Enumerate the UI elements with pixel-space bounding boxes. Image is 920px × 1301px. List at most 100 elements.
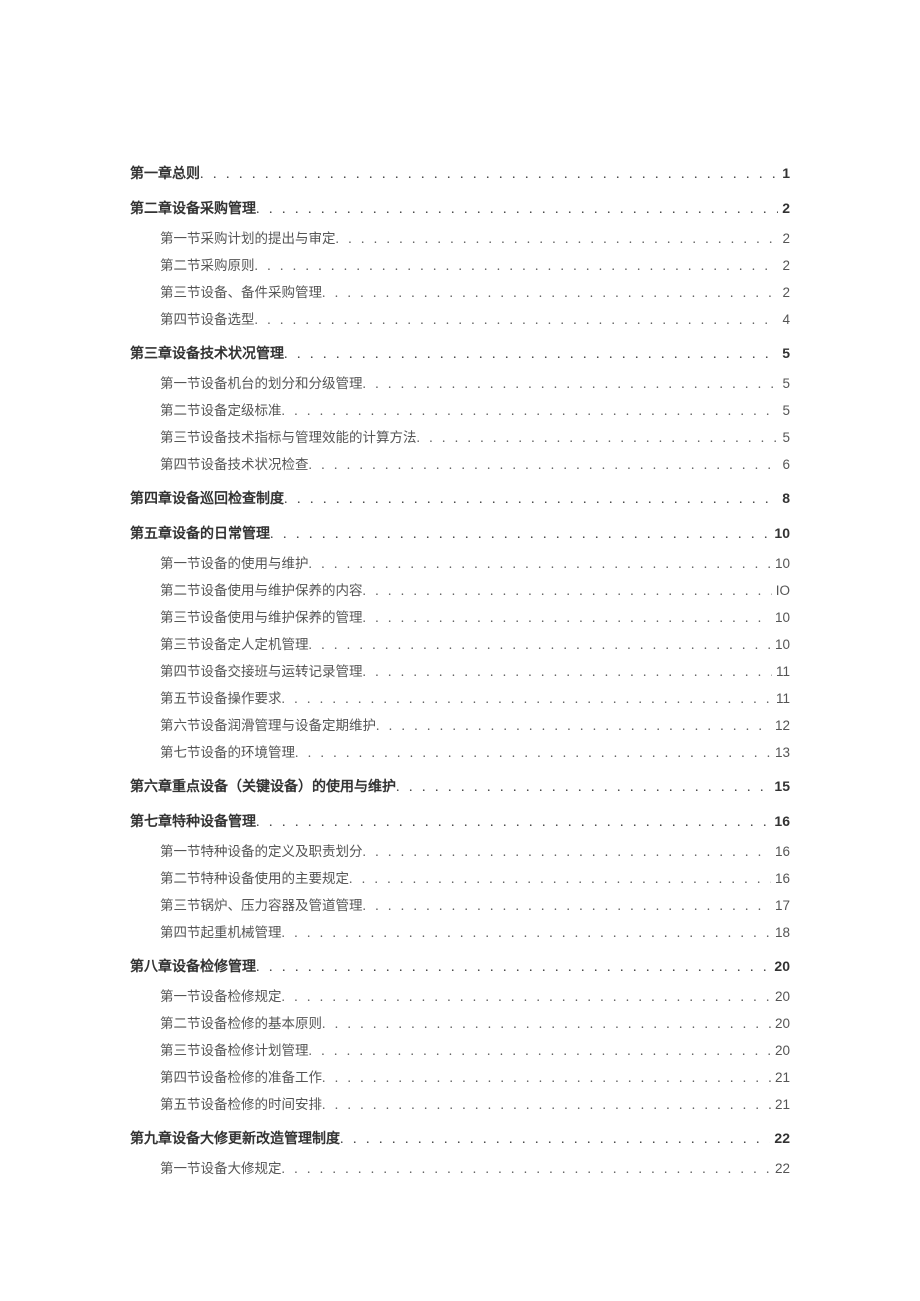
toc-title: 第一节采购计划的提出与审定: [160, 227, 336, 247]
toc-leader-dots: [256, 960, 770, 976]
toc-entry: 第四节设备交接班与运转记录管理 11: [130, 660, 790, 680]
toc-entry: 第四章设备巡回检查制度8: [130, 488, 790, 508]
toc-entry: 第一节采购计划的提出与审定2: [130, 227, 790, 247]
toc-page-number: 8: [778, 490, 790, 506]
toc-page-number: 11: [772, 691, 790, 706]
toc-page-number: 4: [778, 312, 790, 327]
toc-title: 第八章设备检修管理: [130, 956, 256, 976]
toc-entry: 第五章设备的日常管理 10: [130, 523, 790, 543]
toc-leader-dots: [363, 376, 779, 392]
toc-entry: 第三节锅炉、压力容器及管道管理17: [130, 894, 790, 914]
toc-title: 第二节特种设备使用的主要规定: [160, 867, 349, 887]
toc-leader-dots: [363, 844, 771, 860]
toc-entry: 第七节设备的环境管理13: [130, 741, 790, 761]
toc-leader-dots: [322, 285, 778, 301]
toc-title: 第五节设备检修的时间安排: [160, 1093, 322, 1113]
toc-title: 第二节设备定级标准: [160, 399, 282, 419]
toc-leader-dots: [309, 457, 779, 473]
toc-leader-dots: [322, 1097, 771, 1113]
toc-page-number: 21: [771, 1097, 790, 1112]
toc-page-number: 5: [778, 376, 790, 391]
table-of-contents: 第一章总则1第二章设备采购管理2第一节采购计划的提出与审定2第二节采购原则2第三…: [130, 163, 790, 1177]
toc-entry: 第三节设备使用与维护保养的管理 10: [130, 606, 790, 626]
toc-entry: 第二节设备检修的基本原则 20: [130, 1012, 790, 1032]
toc-page-number: 17: [771, 898, 790, 913]
toc-page-number: 10: [771, 610, 790, 625]
toc-page-number: 5: [778, 403, 790, 418]
toc-title: 第一节设备大修规定: [160, 1157, 282, 1177]
toc-leader-dots: [396, 780, 770, 796]
toc-page-number: IO: [772, 583, 790, 598]
toc-leader-dots: [363, 583, 772, 599]
toc-entry: 第二节特种设备使用的主要规定 16: [130, 867, 790, 887]
toc-entry: 第四节起重机械管理18: [130, 921, 790, 941]
toc-leader-dots: [363, 610, 771, 626]
toc-leader-dots: [282, 925, 771, 941]
toc-page-number: 1: [778, 165, 790, 181]
toc-title: 第四节设备技术状况检查: [160, 453, 309, 473]
toc-leader-dots: [349, 871, 771, 887]
toc-page-number: 10: [771, 556, 790, 571]
toc-title: 第四节设备交接班与运转记录管理: [160, 660, 363, 680]
toc-page-number: 5: [778, 345, 790, 361]
toc-title: 第一节设备的使用与维护: [160, 552, 309, 572]
toc-page-number: 20: [771, 989, 790, 1004]
toc-leader-dots: [340, 1132, 770, 1148]
toc-title: 第三节设备使用与维护保养的管理: [160, 606, 363, 626]
toc-page-number: 20: [770, 958, 790, 974]
toc-page-number: 21: [771, 1070, 790, 1085]
toc-entry: 第七章特种设备管理16: [130, 811, 790, 831]
toc-entry: 第二章设备采购管理 2: [130, 198, 790, 218]
toc-leader-dots: [282, 1161, 771, 1177]
toc-page-number: 22: [771, 1161, 790, 1176]
toc-page-number: 2: [778, 200, 790, 216]
toc-entry: 第三节设备技术指标与管理效能的计算方法5: [130, 426, 790, 446]
toc-leader-dots: [295, 745, 771, 761]
toc-title: 第二章设备采购管理: [130, 198, 256, 218]
toc-leader-dots: [336, 231, 779, 247]
toc-title: 第五节设备操作要求: [160, 687, 282, 707]
toc-title: 第三节设备、备件采购管理: [160, 281, 322, 301]
toc-leader-dots: [282, 989, 771, 1005]
toc-page-number: 10: [771, 637, 790, 652]
toc-page-number: 10: [770, 525, 790, 541]
toc-title: 第二节设备使用与维护保养的内容: [160, 579, 363, 599]
toc-leader-dots: [363, 664, 772, 680]
toc-page-number: 18: [771, 925, 790, 940]
toc-page-number: 11: [772, 664, 790, 679]
toc-entry: 第九章设备大修更新改造管理制度22: [130, 1128, 790, 1148]
toc-title: 第五章设备的日常管理: [130, 523, 270, 543]
toc-title: 第二节设备检修的基本原则: [160, 1012, 322, 1032]
toc-title: 第三章设备技术状况管理: [130, 343, 284, 363]
toc-title: 第二节采购原则: [160, 254, 255, 274]
toc-entry: 第二节设备定级标准 5: [130, 399, 790, 419]
toc-leader-dots: [255, 258, 779, 274]
toc-entry: 第六章重点设备（关键设备）的使用与维护15: [130, 776, 790, 796]
toc-page-number: 13: [771, 745, 790, 760]
toc-title: 第三节设备技术指标与管理效能的计算方法: [160, 426, 417, 446]
toc-leader-dots: [200, 167, 778, 183]
toc-leader-dots: [284, 347, 778, 363]
toc-entry: 第二节采购原则2: [130, 254, 790, 274]
toc-entry: 第三节设备定人定机管理 10: [130, 633, 790, 653]
toc-page-number: 12: [771, 718, 790, 733]
toc-leader-dots: [270, 527, 770, 543]
toc-entry: 第三章设备技术状况管理 5: [130, 343, 790, 363]
toc-leader-dots: [417, 430, 779, 446]
toc-leader-dots: [309, 637, 771, 653]
toc-leader-dots: [284, 492, 778, 508]
toc-entry: 第一节设备的使用与维护 10: [130, 552, 790, 572]
toc-entry: 第四节设备检修的准备工作21: [130, 1066, 790, 1086]
toc-leader-dots: [256, 202, 778, 218]
toc-page-number: 16: [771, 871, 790, 886]
toc-title: 第三节设备定人定机管理: [160, 633, 309, 653]
toc-page-number: 20: [771, 1016, 790, 1031]
toc-entry: 第一节设备大修规定 22: [130, 1157, 790, 1177]
toc-leader-dots: [282, 403, 779, 419]
toc-leader-dots: [322, 1070, 771, 1086]
toc-title: 第一节设备检修规定: [160, 985, 282, 1005]
toc-entry: 第一节设备检修规定 20: [130, 985, 790, 1005]
toc-page-number: 16: [770, 813, 790, 829]
toc-entry: 第八章设备检修管理 20: [130, 956, 790, 976]
toc-title: 第三节设备检修计划管理: [160, 1039, 309, 1059]
